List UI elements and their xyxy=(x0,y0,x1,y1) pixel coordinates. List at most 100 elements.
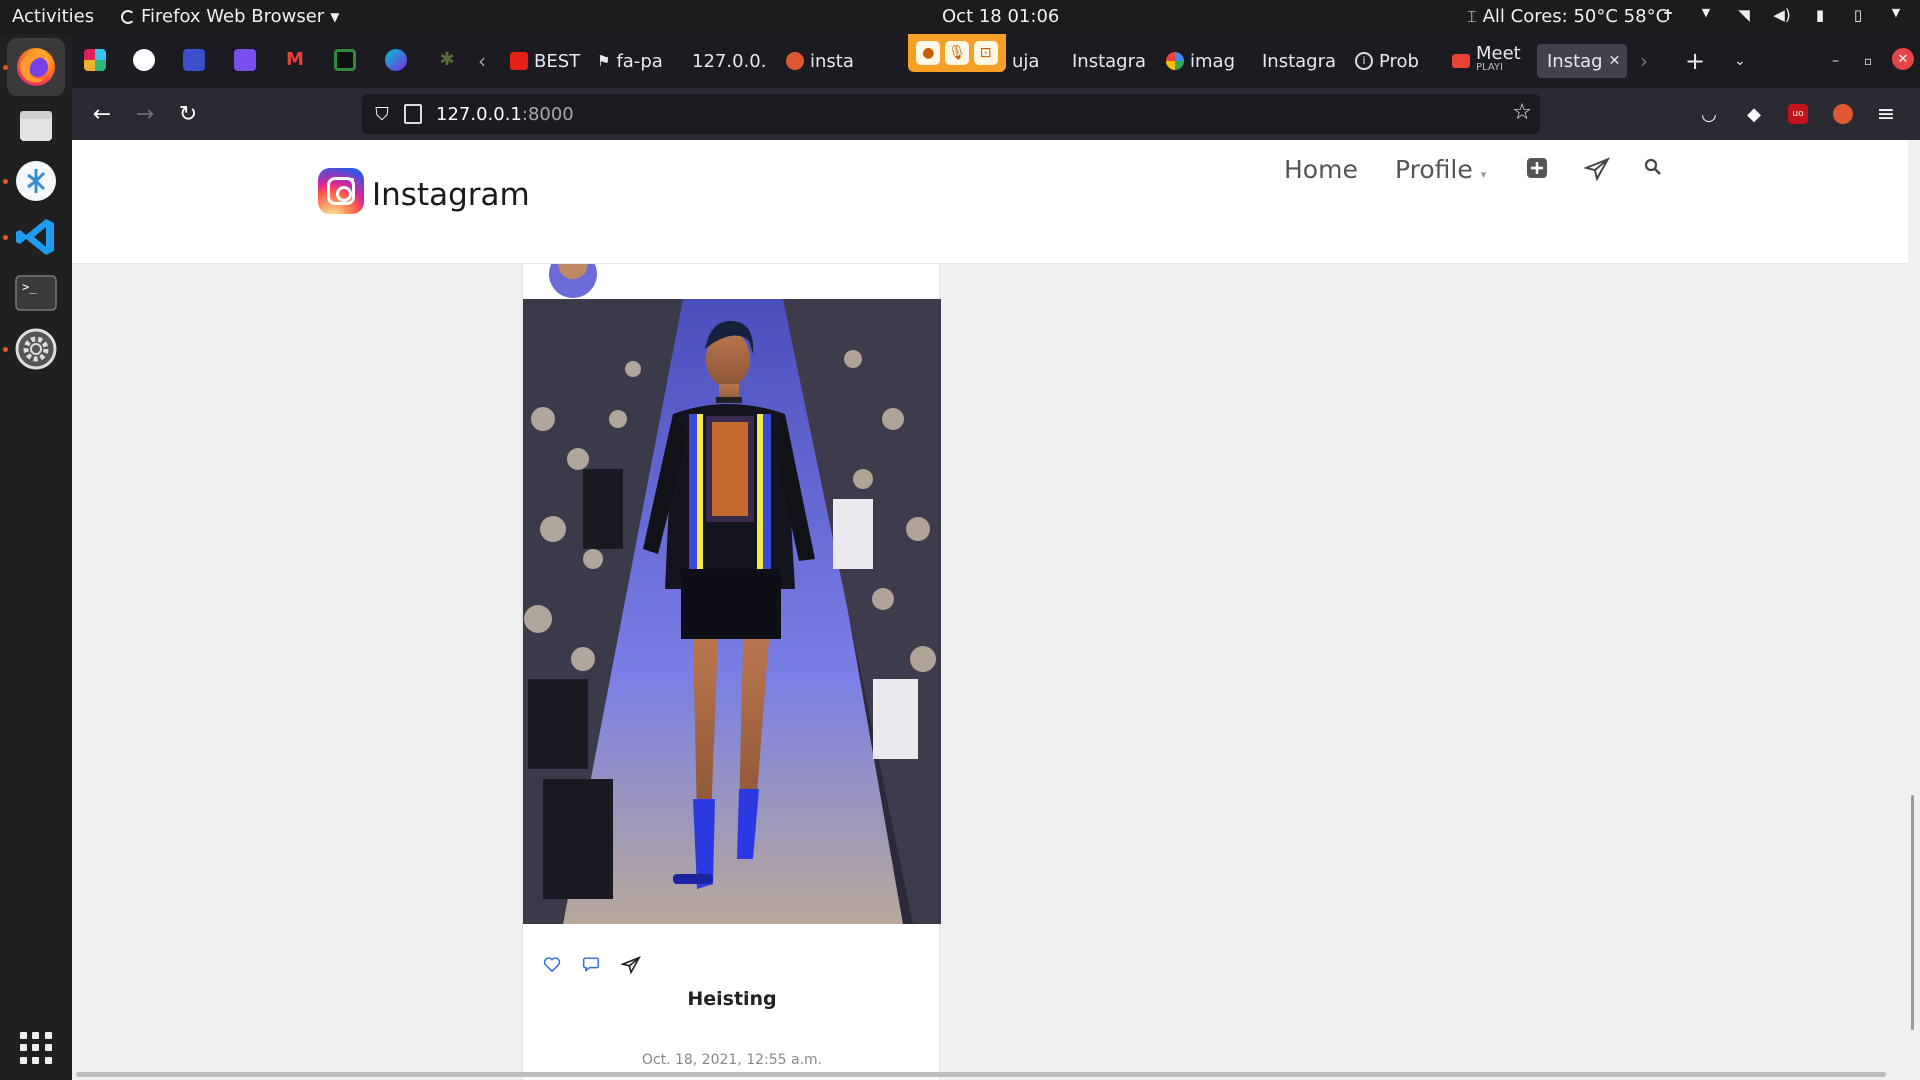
forward-arrow-icon[interactable]: → xyxy=(131,100,159,128)
url-host: 127.0.0.1 xyxy=(436,103,522,125)
palm-icon[interactable]: ✱ xyxy=(436,49,458,71)
dock-vscode[interactable] xyxy=(7,208,65,266)
tab-label: uja xyxy=(1012,50,1040,72)
accessibility-icon[interactable]: ✝ xyxy=(1658,6,1678,24)
info-icon: i xyxy=(1355,52,1373,70)
horizontal-scrollbar[interactable] xyxy=(76,1072,1886,1077)
scroll-tabs-right-chevron-icon[interactable]: › xyxy=(1640,44,1648,78)
extension-icon[interactable]: ◆ xyxy=(1740,100,1768,128)
slack-icon[interactable] xyxy=(84,49,106,71)
canva-icon[interactable] xyxy=(385,49,407,71)
dock-remmina[interactable] xyxy=(7,152,65,210)
hamburger-menu-icon[interactable]: ≡ xyxy=(1872,100,1900,128)
show-apps-grid-icon[interactable] xyxy=(20,1032,52,1064)
firefox-icon xyxy=(17,48,55,86)
post-card: Heisting Oct. 18, 2021, 12:55 a.m. xyxy=(522,250,941,1080)
runway-photo xyxy=(523,299,941,924)
duckduckgo-icon xyxy=(786,52,804,70)
gnome-top-bar: Activities Firefox Web Browser ▼ Oct 18 … xyxy=(0,0,1920,34)
close-window-icon[interactable]: ✕ xyxy=(1892,48,1914,70)
clock[interactable]: Oct 18 01:06 xyxy=(942,6,1059,27)
post-timestamp: Oct. 18, 2021, 12:55 a.m. xyxy=(641,1052,823,1068)
microphone-icon[interactable]: ▮ xyxy=(1810,6,1830,24)
app-menu[interactable]: Firefox Web Browser ▼ xyxy=(121,6,339,27)
tab-label: 127.0.0. xyxy=(692,50,767,72)
list-all-tabs-chevron-icon[interactable]: ⌄ xyxy=(1734,44,1746,78)
dock-firefox[interactable] xyxy=(7,38,65,96)
cpu-icon: ⌶ xyxy=(1467,6,1477,26)
tab-strip: M ✱ ‹ BEST ⚑ fa-pa 127.0.0. insta ● 🎙 ⊡ … xyxy=(72,34,1920,88)
github-icon[interactable] xyxy=(133,49,155,71)
scroll-tabs-left-chevron-icon[interactable]: ‹ xyxy=(478,44,486,78)
tab-images[interactable]: imag xyxy=(1166,44,1256,78)
nav-profile-label: Profile xyxy=(1395,155,1473,184)
meet-icon xyxy=(1452,54,1470,68)
minimize-window-icon[interactable]: – xyxy=(1832,44,1839,78)
back-arrow-icon[interactable]: ← xyxy=(88,100,116,128)
firefox-small-icon xyxy=(121,9,135,24)
gmail-icon[interactable]: M xyxy=(284,49,306,71)
chevron-down-icon[interactable]: ▼ xyxy=(1696,6,1716,24)
pocket-icon[interactable]: ◡ xyxy=(1695,100,1723,128)
network-wifi-icon[interactable]: ◥ xyxy=(1734,6,1754,24)
caret-down-icon: ▾ xyxy=(1480,168,1487,181)
tab-instagram-2[interactable]: Instagra xyxy=(1262,44,1354,78)
new-tab-plus-icon[interactable]: + xyxy=(1685,44,1705,78)
system-menu-icon[interactable]: ▼ xyxy=(1886,6,1906,24)
like-heart-icon[interactable] xyxy=(543,956,561,977)
dock-terminal[interactable]: >_ xyxy=(7,264,65,322)
tab-insta[interactable]: insta xyxy=(786,44,876,78)
page-viewport: Heisting Oct. 18, 2021, 12:55 a.m. Insta… xyxy=(72,140,1920,1080)
search-icon[interactable] xyxy=(1644,157,1662,182)
youtube-icon xyxy=(510,52,528,70)
vertical-scrollbar[interactable] xyxy=(1911,795,1914,1030)
calendar-icon[interactable] xyxy=(234,49,256,71)
tab-label: insta xyxy=(810,50,854,72)
firefox-icon: ● xyxy=(916,41,941,65)
tab-fa-pa[interactable]: ⚑ fa-pa xyxy=(597,44,691,78)
tab-instagram-1[interactable]: Instagra xyxy=(1072,44,1164,78)
tab-label: BEST xyxy=(534,50,581,72)
add-post-plus-square-icon[interactable] xyxy=(1526,157,1548,185)
page-info-icon[interactable] xyxy=(404,104,422,124)
system-tray[interactable]: ✝ ▼ ◥ ◀) ▮ ▯ ▼ xyxy=(1658,6,1906,24)
app-icon[interactable] xyxy=(334,49,356,71)
share-paper-plane-icon[interactable] xyxy=(620,956,642,979)
brand-name[interactable]: Instagram xyxy=(372,177,530,213)
app-icon[interactable] xyxy=(183,49,205,71)
direct-messages-paper-plane-icon[interactable] xyxy=(1583,157,1611,187)
tab-label: Instagra xyxy=(1262,50,1337,72)
duckduckgo-icon[interactable] xyxy=(1829,100,1857,128)
nav-home-link[interactable]: Home xyxy=(1284,155,1358,184)
tracking-protection-shield-icon[interactable]: ⛉ xyxy=(372,104,392,125)
url-bar[interactable]: ⛉ 127.0.0.1:8000 ☆ xyxy=(362,94,1540,134)
dock-files[interactable] xyxy=(7,96,65,154)
battery-icon[interactable]: ▯ xyxy=(1848,6,1868,24)
post-image[interactable] xyxy=(523,299,941,924)
tab-uja[interactable]: uja xyxy=(1012,44,1072,78)
volume-icon[interactable]: ◀) xyxy=(1772,6,1792,24)
close-tab-icon[interactable]: ✕ xyxy=(1609,53,1621,69)
instagram-logo-icon[interactable] xyxy=(318,168,364,214)
restore-window-icon[interactable]: ▫ xyxy=(1864,44,1872,78)
nav-profile-dropdown[interactable]: Profile ▾ xyxy=(1395,155,1486,184)
tab-best[interactable]: BEST xyxy=(510,44,594,78)
tab-localhost[interactable]: 127.0.0. xyxy=(692,44,776,78)
reload-icon[interactable]: ↻ xyxy=(174,100,202,128)
terminal-icon: >_ xyxy=(15,275,57,311)
system-monitor[interactable]: ⌶ All Cores: 50°C 58°C xyxy=(1467,6,1668,27)
activities-button[interactable]: Activities xyxy=(12,6,94,27)
tab-prob[interactable]: i Prob xyxy=(1355,44,1437,78)
tab-instagram-active[interactable]: Instag ✕ xyxy=(1537,44,1627,78)
tab-sublabel: PLAYI xyxy=(1476,62,1503,73)
dock-settings[interactable] xyxy=(7,320,65,378)
tab-label: fa-pa xyxy=(616,50,663,72)
tab-meet[interactable]: Meet PLAYI xyxy=(1452,44,1532,78)
bookmark-star-icon[interactable]: ☆ xyxy=(1512,100,1532,125)
screen-share-indicator[interactable]: ● 🎙 ⊡ xyxy=(908,34,1006,72)
ublock-origin-icon[interactable]: uo xyxy=(1784,100,1812,128)
comment-icon[interactable] xyxy=(582,956,600,977)
dock: >_ xyxy=(0,34,72,1080)
svg-text:>_: >_ xyxy=(22,280,37,294)
flag-icon: ⚑ xyxy=(597,52,611,70)
